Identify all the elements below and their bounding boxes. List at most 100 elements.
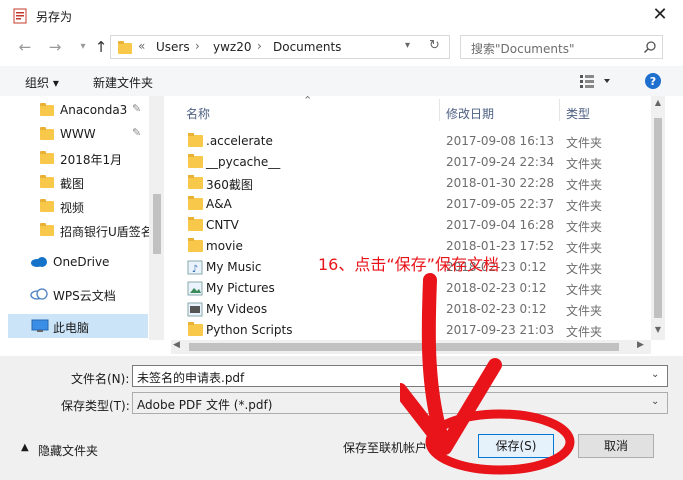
- file-date: 2017-09-05 22:37: [446, 197, 555, 211]
- file-name: My Music: [206, 260, 262, 274]
- file-type-dropdown-icon[interactable]: ⌄: [651, 396, 659, 407]
- navigation-pane: Anaconda3 ✎ WWW ✎ 2018年1月 截图 视频 招商银行U盾签名…: [8, 96, 164, 340]
- filename-value: 未签名的申请表.pdf: [137, 371, 245, 385]
- search-input[interactable]: 搜索"Documents": [460, 35, 663, 59]
- sidebar-item-bank-usb-key[interactable]: 招商银行U盾签名: [8, 218, 153, 242]
- file-type: 文件夹: [566, 136, 603, 150]
- help-icon[interactable]: ?: [644, 72, 662, 90]
- file-type: 文件夹: [566, 157, 603, 171]
- file-row[interactable]: 360截图 2018-01-30 22:28 文件夹: [171, 173, 661, 194]
- back-arrow-icon[interactable]: ←: [14, 36, 36, 58]
- collapse-arrow-icon[interactable]: ▲: [21, 442, 29, 453]
- sidebar-item-label: 视频: [60, 201, 85, 215]
- file-row[interactable]: A&A 2017-09-05 22:37 文件夹: [171, 194, 661, 215]
- file-type: 文件夹: [566, 220, 603, 234]
- sidebar-item-2018-01[interactable]: 2018年1月: [8, 146, 148, 170]
- filename-dropdown-icon[interactable]: ⌄: [651, 369, 659, 380]
- sort-ascending-icon: ⌃: [303, 96, 313, 107]
- column-header-type[interactable]: 类型: [566, 105, 590, 133]
- filename-label: 文件名(N):: [71, 372, 130, 386]
- column-divider: [439, 99, 440, 121]
- search-placeholder: 搜索"Documents": [471, 42, 575, 56]
- folder-icon: [40, 151, 54, 164]
- close-button[interactable]: ✕: [645, 3, 675, 29]
- breadcrumb-overflow[interactable]: «: [138, 39, 145, 53]
- red-arrow-annotation: [400, 273, 575, 475]
- sidebar-item-label: 截图: [60, 177, 85, 191]
- scroll-up-icon[interactable]: ▲: [653, 98, 663, 110]
- scroll-right-icon[interactable]: ▶: [637, 340, 644, 350]
- sidebar-item-network[interactable]: 网络: [8, 338, 148, 340]
- breadcrumb-separator: ›: [195, 39, 200, 53]
- title-bar: 另存为 ✕: [0, 0, 683, 32]
- computer-icon: [31, 319, 49, 333]
- file-type: 文件夹: [566, 199, 603, 213]
- breadcrumb-documents[interactable]: Documents: [273, 40, 341, 54]
- file-list-scrollbar[interactable]: ▲ ▼: [651, 96, 665, 340]
- sidebar-item-anaconda3[interactable]: Anaconda3 ✎: [8, 98, 148, 122]
- folder-icon: [118, 41, 132, 54]
- folder-icon: [40, 175, 54, 188]
- sidebar-item-www[interactable]: WWW ✎: [8, 122, 148, 146]
- address-bar[interactable]: « Users › ywz20 › Documents ▾ ↻: [110, 35, 450, 59]
- sidebar-item-this-pc[interactable]: 此电脑: [8, 314, 148, 338]
- file-name: 360截图: [206, 178, 253, 192]
- hide-folders-button[interactable]: 隐藏文件夹: [38, 442, 98, 459]
- file-row[interactable]: CNTV 2017-09-04 16:28 文件夹: [171, 215, 661, 236]
- breadcrumb-ywz20[interactable]: ywz20: [213, 40, 251, 54]
- file-date: 2017-09-08 16:13: [446, 134, 555, 148]
- new-folder-button[interactable]: 新建文件夹: [93, 74, 153, 91]
- scrollbar-thumb[interactable]: [654, 118, 662, 318]
- sidebar-item-label: 2018年1月: [60, 153, 123, 167]
- sidebar-item-onedrive[interactable]: OneDrive: [8, 250, 148, 274]
- file-name: Python Scripts: [206, 323, 293, 337]
- forward-arrow-icon[interactable]: →: [44, 36, 66, 58]
- breadcrumb-users[interactable]: Users: [156, 40, 190, 54]
- view-options-icon[interactable]: [580, 73, 610, 89]
- search-icon[interactable]: [643, 40, 657, 54]
- folder-icon: [40, 199, 54, 212]
- sidebar-item-label: 此电脑: [53, 321, 90, 335]
- scroll-left-icon[interactable]: ◀: [173, 340, 180, 350]
- sidebar-item-screenshots[interactable]: 截图: [8, 170, 148, 194]
- pin-icon: ✎: [132, 102, 142, 115]
- svg-text:♪: ♪: [192, 264, 198, 275]
- music-folder-icon: ♪: [187, 260, 203, 275]
- refresh-icon[interactable]: ↻: [429, 38, 440, 53]
- sidebar-item-label: 招商银行U盾签名: [60, 225, 153, 239]
- file-date: 2018-01-30 22:28: [446, 176, 555, 190]
- folder-icon: [188, 175, 203, 189]
- save-dialog-icon: [12, 8, 28, 24]
- sidebar-item-label: WWW: [60, 127, 96, 141]
- file-type: 文件夹: [566, 178, 603, 192]
- folder-icon: [40, 223, 54, 236]
- up-arrow-icon[interactable]: ↑: [90, 36, 112, 58]
- sidebar-item-label: Anaconda3: [60, 103, 128, 117]
- file-date: 2017-09-04 16:28: [446, 218, 555, 232]
- file-row[interactable]: __pycache__ 2017-09-24 22:34 文件夹: [171, 152, 661, 173]
- breadcrumb-separator: ›: [257, 39, 262, 53]
- file-name: My Videos: [206, 302, 268, 316]
- sidebar-item-wps-cloud[interactable]: WPS云文档: [8, 282, 148, 306]
- folder-icon: [188, 196, 203, 210]
- organize-button[interactable]: 组织 ▾: [25, 74, 59, 91]
- navigation-scrollbar[interactable]: [149, 96, 164, 340]
- folder-icon: [40, 127, 54, 140]
- column-header-name[interactable]: 名称: [186, 105, 210, 133]
- sidebar-item-label: OneDrive: [53, 255, 110, 269]
- scrollbar-thumb[interactable]: [153, 194, 161, 254]
- file-name: My Pictures: [206, 281, 275, 295]
- folder-icon: [40, 103, 54, 116]
- column-header-date[interactable]: 修改日期: [446, 105, 494, 133]
- address-dropdown-icon[interactable]: ▾: [405, 40, 410, 51]
- scroll-down-icon[interactable]: ▼: [653, 325, 663, 337]
- file-date: 2017-09-24 22:34: [446, 155, 555, 169]
- sidebar-item-videos[interactable]: 视频: [8, 194, 148, 218]
- wps-cloud-icon: [30, 288, 48, 300]
- folder-icon: [188, 238, 203, 252]
- file-type-label: 保存类型(T):: [61, 399, 130, 413]
- file-name: .accelerate: [206, 134, 273, 148]
- folder-icon: [188, 133, 203, 147]
- pin-icon: ✎: [132, 126, 142, 139]
- file-row[interactable]: .accelerate 2017-09-08 16:13 文件夹: [171, 131, 661, 152]
